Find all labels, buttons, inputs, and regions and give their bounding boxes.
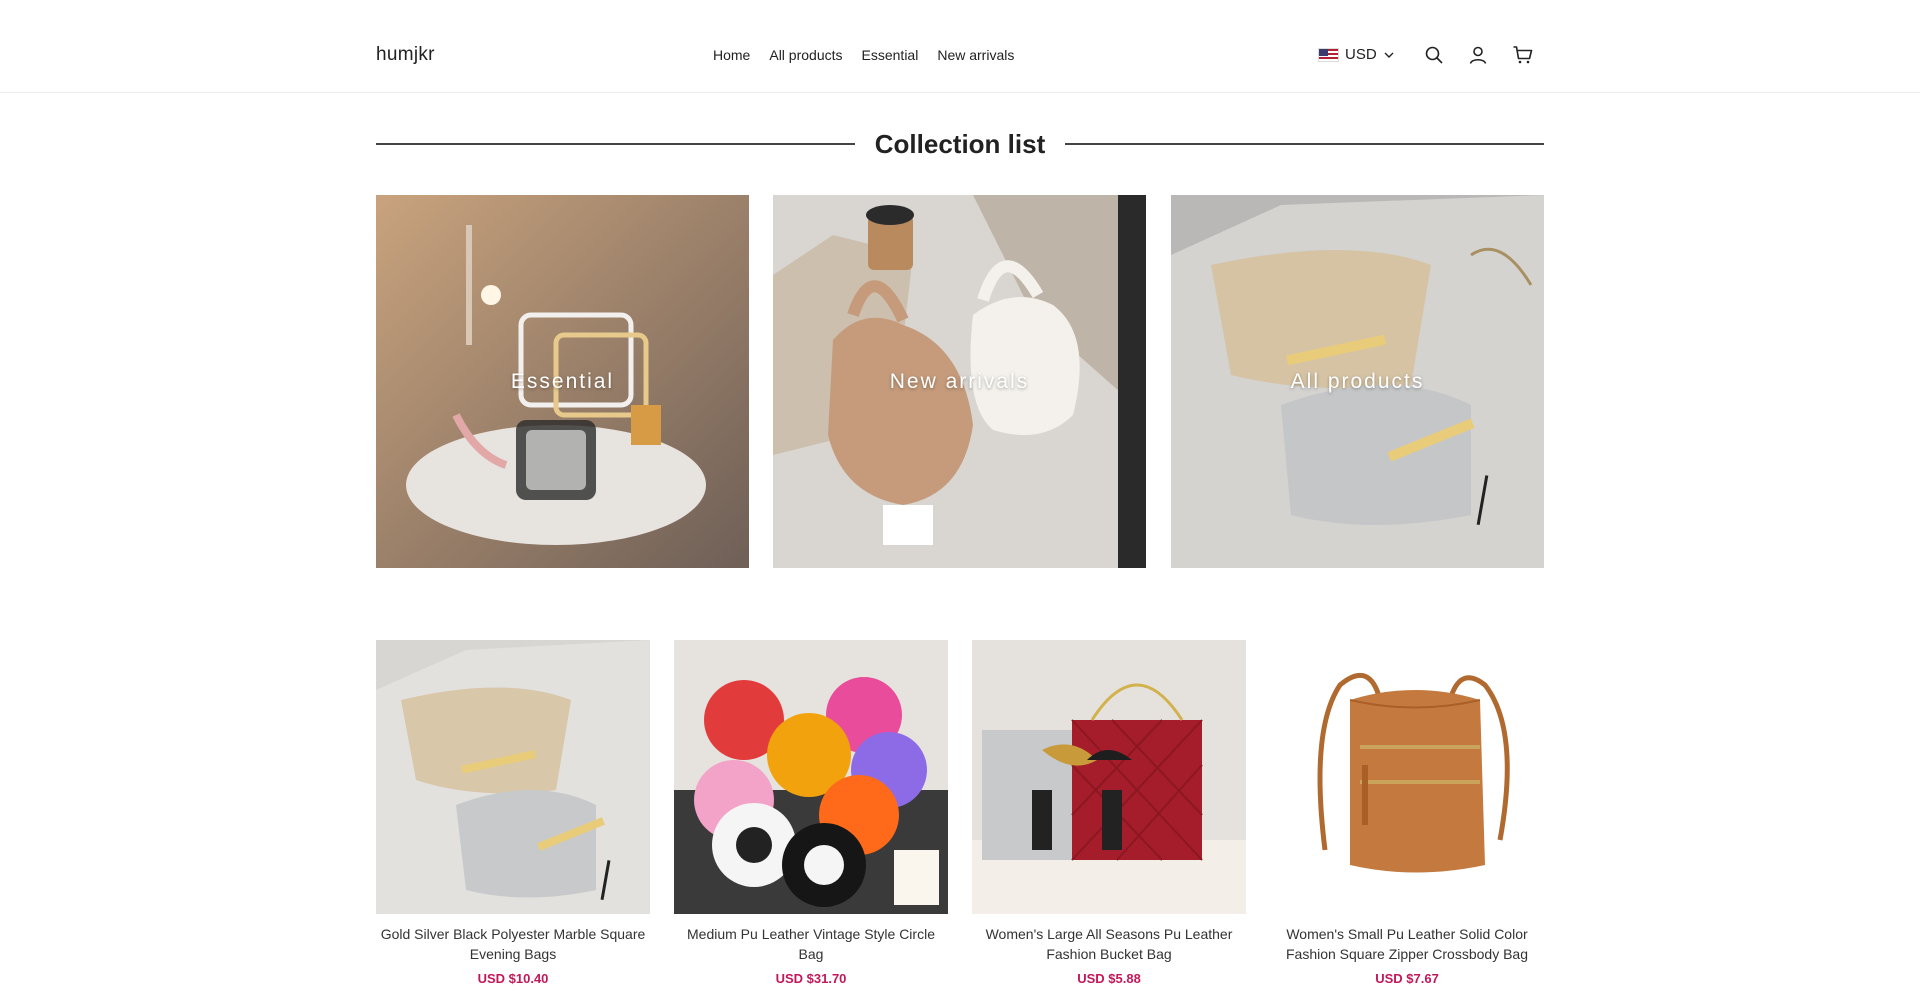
product-card: Women's Small Pu Leather Solid Color Fas…: [1270, 640, 1544, 986]
product-title[interactable]: Medium Pu Leather Vintage Style Circle B…: [674, 924, 948, 964]
heading-rule-left: [376, 143, 855, 145]
nav-home[interactable]: Home: [713, 47, 750, 63]
product-card: Medium Pu Leather Vintage Style Circle B…: [674, 640, 948, 986]
collection-card-all-products[interactable]: All products: [1171, 195, 1544, 568]
collection-card-essential[interactable]: Essential: [376, 195, 749, 568]
store-logo[interactable]: humjkr: [376, 44, 435, 66]
section-title: Collection list: [874, 128, 1046, 159]
nav-essential[interactable]: Essential: [862, 47, 919, 63]
product-title[interactable]: Gold Silver Black Polyester Marble Squar…: [376, 924, 650, 964]
product-title[interactable]: Women's Large All Seasons Pu Leather Fas…: [972, 924, 1246, 964]
cart-icon[interactable]: [1511, 43, 1535, 67]
search-icon[interactable]: [1422, 43, 1446, 67]
main-nav: Home All products Essential New arrivals: [713, 47, 1014, 63]
product-image[interactable]: [1270, 640, 1544, 914]
product-image[interactable]: [674, 640, 948, 914]
product-price: USD $7.67: [1375, 971, 1439, 986]
product-image[interactable]: [376, 640, 650, 914]
collection-label-essential: Essential: [510, 369, 615, 393]
collection-list-heading: Collection list: [376, 124, 1544, 164]
currency-selector[interactable]: USD: [1318, 46, 1395, 63]
currency-label: USD: [1345, 46, 1377, 63]
product-card: Gold Silver Black Polyester Marble Squar…: [376, 640, 650, 986]
product-price: USD $5.88: [1077, 971, 1141, 986]
us-flag-icon: [1318, 47, 1339, 62]
heading-rule-right: [1065, 143, 1544, 145]
product-title[interactable]: Women's Small Pu Leather Solid Color Fas…: [1270, 924, 1544, 964]
product-image[interactable]: [972, 640, 1246, 914]
nav-all-products[interactable]: All products: [769, 47, 842, 63]
product-price: USD $10.40: [477, 971, 549, 986]
product-card: Women's Large All Seasons Pu Leather Fas…: [972, 640, 1246, 986]
chevron-down-icon: [1384, 52, 1394, 58]
collection-label-new-arrivals: New arrivals: [889, 369, 1030, 393]
nav-new-arrivals[interactable]: New arrivals: [937, 47, 1014, 63]
account-icon[interactable]: [1466, 43, 1490, 67]
collection-label-all-products: All products: [1290, 369, 1425, 393]
site-header: humjkr Home All products Essential New a…: [0, 0, 1920, 93]
product-price: USD $31.70: [775, 971, 847, 986]
collection-card-new-arrivals[interactable]: New arrivals: [773, 195, 1146, 568]
